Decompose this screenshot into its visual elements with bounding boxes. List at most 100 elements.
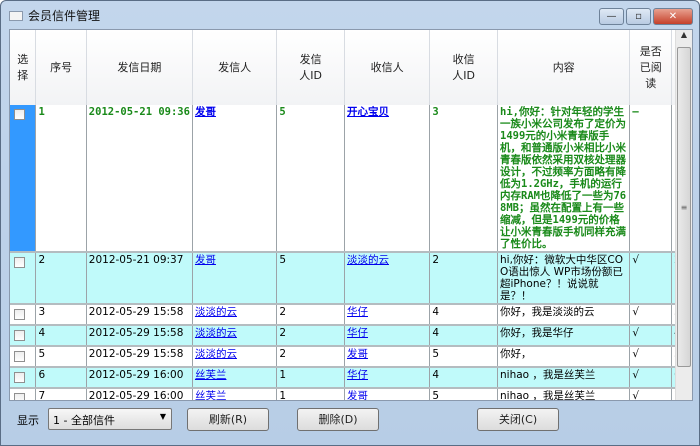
sender-id-cell: 2 [276, 325, 345, 347]
sender-cell: 丝芙兰 [192, 388, 278, 400]
receiver-id-cell: 5 [429, 346, 498, 368]
sender-cell: 淡淡的云 [192, 304, 278, 326]
delete-button[interactable]: 删除(D) [297, 408, 379, 431]
sender-link[interactable]: 丝芙兰 [195, 390, 227, 400]
receiver-link[interactable]: 发哥 [347, 348, 368, 360]
chk-cell [10, 325, 37, 347]
table-row[interactable]: 72012-05-29 16:00丝芙兰1发哥5nihao ，我是丝芙兰√7 [10, 388, 692, 400]
date-cell: 2012-05-21 09:36 [86, 105, 193, 253]
sender-link[interactable]: 发哥 [195, 106, 216, 118]
maximize-button[interactable]: ▫ [626, 8, 651, 25]
receiver-id-cell: 3 [429, 105, 498, 253]
receiver-link[interactable]: 淡淡的云 [347, 254, 389, 266]
receiver-link[interactable]: 华仔 [347, 327, 368, 339]
filter-select[interactable]: 1 - 全部信件 ▼ [48, 408, 172, 430]
select-checkbox[interactable] [14, 372, 25, 383]
filter-value: 1 - 全部信件 [53, 414, 115, 427]
select-checkbox[interactable] [14, 351, 25, 362]
select-checkbox[interactable] [14, 309, 25, 320]
seq-cell: 2 [35, 252, 87, 305]
column-header[interactable]: 发信日期 [86, 30, 193, 105]
seq-cell: 3 [35, 304, 87, 326]
date-cell: 2012-05-29 15:58 [86, 325, 193, 347]
seq-cell: 1 [35, 105, 87, 253]
sender-id-cell: 1 [276, 388, 345, 400]
receiver-id-cell: 2 [429, 252, 498, 305]
receiver-cell: 淡淡的云 [344, 252, 431, 305]
seq-cell: 5 [35, 346, 87, 368]
close-button[interactable]: 关闭(C) [477, 408, 559, 431]
receiver-cell: 华仔 [344, 304, 431, 326]
receiver-link[interactable]: 发哥 [347, 390, 368, 400]
chk-cell [10, 105, 37, 253]
read-cell: √ [629, 388, 673, 400]
scroll-up-icon[interactable]: ▲ [676, 30, 692, 46]
seq-cell: 6 [35, 367, 87, 389]
minimize-button[interactable]: — [599, 8, 624, 25]
column-header[interactable]: 发信人 [192, 30, 278, 105]
close-window-button[interactable]: ✕ [653, 8, 693, 25]
date-cell: 2012-05-29 15:58 [86, 346, 193, 368]
content-cell: 你好，我是淡淡的云 [497, 304, 631, 326]
show-label: 显示 [17, 414, 39, 427]
select-checkbox[interactable] [14, 109, 25, 120]
column-header[interactable]: 收信人 [344, 30, 431, 105]
select-checkbox[interactable] [14, 393, 25, 400]
read-cell: — [629, 105, 673, 253]
receiver-id-cell: 4 [429, 304, 498, 326]
read-cell: √ [629, 346, 673, 368]
seq-cell: 7 [35, 388, 87, 400]
receiver-cell: 华仔 [344, 367, 431, 389]
window: 会员信件管理 — ▫ ✕ 选择 序号 发信日期 发信人 发信人ID 收信人 收信人ID 内容是… [0, 0, 700, 446]
chk-cell [10, 304, 37, 326]
content-cell: nihao ，我是丝芙兰 [497, 367, 631, 389]
table-row[interactable]: 42012-05-29 15:58淡淡的云2华仔4你好，我是华仔√4 [10, 325, 692, 347]
vertical-scrollbar[interactable]: ▲ ≡ [675, 30, 692, 400]
footer-bar: 显示 1 - 全部信件 ▼ 刷新(R) 删除(D) 关闭(C) [9, 403, 693, 439]
read-cell: √ [629, 367, 673, 389]
column-header[interactable]: 发信人ID [276, 30, 345, 105]
date-cell: 2012-05-29 16:00 [86, 388, 193, 400]
receiver-link[interactable]: 开心宝贝 [347, 106, 389, 118]
sender-link[interactable]: 淡淡的云 [195, 327, 237, 339]
receiver-id-cell: 5 [429, 388, 498, 400]
refresh-button[interactable]: 刷新(R) [187, 408, 269, 431]
receiver-id-cell: 4 [429, 325, 498, 347]
column-header[interactable]: 选择 [10, 30, 37, 105]
chk-cell [10, 367, 37, 389]
receiver-link[interactable]: 华仔 [347, 306, 368, 318]
receiver-cell: 开心宝贝 [344, 105, 431, 253]
sender-link[interactable]: 丝芙兰 [195, 369, 227, 381]
column-header[interactable]: 内容 [497, 30, 631, 105]
receiver-cell: 发哥 [344, 346, 431, 368]
scroll-thumb[interactable]: ≡ [677, 47, 691, 367]
chk-cell [10, 388, 37, 400]
sender-link[interactable]: 淡淡的云 [195, 306, 237, 318]
read-cell: √ [629, 252, 673, 305]
chk-cell [10, 346, 37, 368]
sender-id-cell: 2 [276, 304, 345, 326]
chk-cell [10, 252, 37, 305]
title-bar: 会员信件管理 [9, 7, 100, 24]
table-row[interactable]: 62012-05-29 16:00丝芙兰1华仔4nihao ，我是丝芙兰√6 [10, 367, 692, 389]
sender-link[interactable]: 发哥 [195, 254, 216, 266]
date-cell: 2012-05-29 16:00 [86, 367, 193, 389]
select-checkbox[interactable] [14, 330, 25, 341]
select-checkbox[interactable] [14, 257, 25, 268]
receiver-id-cell: 4 [429, 367, 498, 389]
sender-link[interactable]: 淡淡的云 [195, 348, 237, 360]
mail-grid: 选择 序号 发信日期 发信人 发信人ID 收信人 收信人ID 内容 是否已阅读 1 2012-05… [9, 29, 693, 401]
column-header[interactable]: 收信人ID [429, 30, 498, 105]
date-cell: 2012-05-21 09:37 [86, 252, 193, 305]
sender-cell: 发哥 [192, 252, 278, 305]
table-row[interactable]: 2 2012-05-21 09:37 发哥 5 淡淡的云 2 hi,你好：微软大中华区COO… [10, 252, 692, 305]
table-row[interactable]: 32012-05-29 15:58淡淡的云2华仔4你好，我是淡淡的云√3 [10, 304, 692, 326]
column-header[interactable]: 是否已阅读 [629, 30, 673, 105]
sender-id-cell: 5 [276, 105, 345, 253]
sender-cell: 淡淡的云 [192, 325, 278, 347]
table-row[interactable]: 1 2012-05-21 09:36 发哥 5 开心宝贝 3 hi,你好：针对年轻的学生一族… [10, 105, 692, 253]
sender-id-cell: 2 [276, 346, 345, 368]
receiver-link[interactable]: 华仔 [347, 369, 368, 381]
column-header[interactable]: 序号 [35, 30, 87, 105]
table-row[interactable]: 52012-05-29 15:58淡淡的云2发哥5你好，√5 [10, 346, 692, 368]
